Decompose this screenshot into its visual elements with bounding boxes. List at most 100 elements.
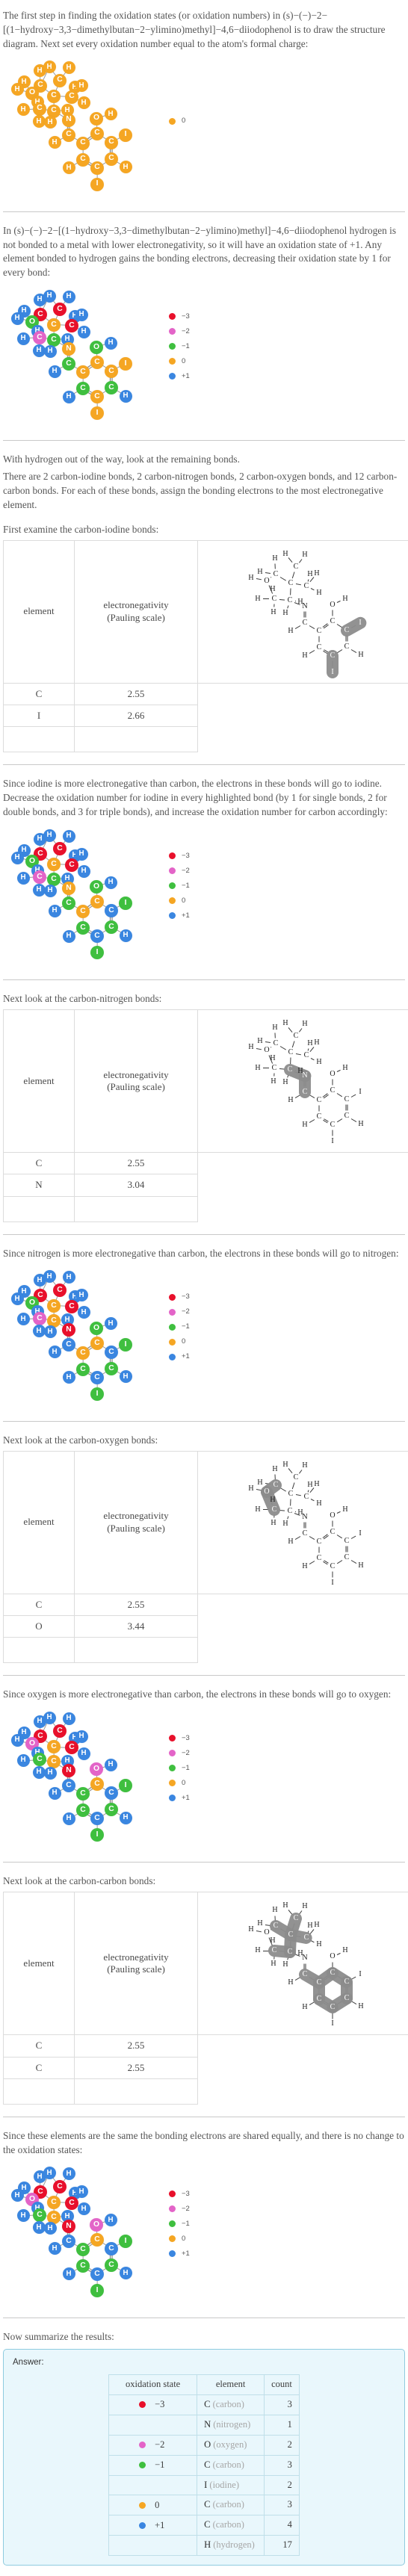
- step-nitrogen-result: Since nitrogen is more electronegative t…: [3, 1242, 405, 1414]
- atom-label-h: H: [255, 1947, 260, 1954]
- atom-h: H: [63, 1371, 75, 1384]
- atom-c: C: [47, 90, 61, 103]
- atom-h: H: [105, 108, 117, 120]
- atom-label-h: H: [272, 1466, 277, 1473]
- cell-empty: [75, 1196, 198, 1222]
- atom-h: H: [63, 930, 75, 943]
- atom-label-c: C: [330, 652, 336, 660]
- bond-line: [323, 1534, 329, 1539]
- atom-label-h: H: [342, 1065, 347, 1072]
- en-header-line1: electronegativity: [78, 1510, 194, 1522]
- atom-c: C: [76, 137, 90, 150]
- divider: [3, 1234, 405, 1235]
- atom-c: C: [105, 2242, 118, 2255]
- legend-color-dot-icon: [169, 867, 176, 874]
- atom-label-c: C: [317, 1113, 322, 1121]
- atom-c: C: [53, 1284, 67, 1297]
- cell-empty: [4, 727, 75, 752]
- skeletal-structure-diagram: HHHCHHCOHHCCHHCHCHHHNOHCCHCCICCHHCI: [198, 1452, 406, 1594]
- column-header-electronegativity: electronegativity(Pauling scale): [75, 1892, 198, 2035]
- solution-page: The first step in finding the oxidation …: [0, 0, 408, 2576]
- atom-h: H: [49, 1346, 61, 1358]
- bond-line: [308, 1048, 309, 1050]
- atom-c: C: [105, 152, 118, 166]
- skeletal-structure-diagram: HHHCHHCOHHCCHHCHCHHHNOHCCHCCICCHHCI: [198, 1892, 406, 2034]
- cell-empty: [4, 1196, 75, 1222]
- electronegativity-table-carbon-nitrogen: elementelectronegativity(Pauling scale)H…: [3, 1009, 408, 1222]
- atom-c: C: [105, 920, 118, 934]
- atom-i: I: [119, 357, 132, 371]
- atom-h: H: [120, 929, 132, 942]
- atom-label-h: H: [282, 1902, 288, 1910]
- atom-label-c: C: [344, 1554, 350, 1561]
- bonds-intro-line2: There are 2 carbon-iodine bonds, 2 carbo…: [3, 470, 405, 513]
- molecule-diagram-after-iodine: HHHCHHCOHHCCHHCHCHHHNOHCCHCCICCHHCI−3−2−…: [3, 826, 405, 966]
- atom-label-h: H: [257, 1038, 262, 1045]
- atom-c: C: [105, 904, 118, 917]
- bond-line: [273, 1074, 274, 1077]
- bond-line: [351, 1560, 356, 1564]
- atom-label-h: H: [270, 1496, 275, 1504]
- atom-label-c: C: [303, 1971, 308, 1978]
- bond-line: [287, 605, 288, 608]
- cell-element: C: [4, 2035, 75, 2057]
- bond-line: [256, 1931, 262, 1932]
- atom-i: I: [90, 178, 104, 191]
- bond-line: [295, 1536, 300, 1540]
- legend-color-dot-icon: [169, 2205, 176, 2212]
- atom-label-h: H: [316, 1941, 321, 1948]
- atom-label-h: H: [302, 1903, 307, 1910]
- cell-count: 2: [265, 2435, 300, 2455]
- atom-label-c: C: [344, 1112, 350, 1120]
- legend-color-dot-icon: [169, 1795, 176, 1801]
- bond-line: [304, 1523, 306, 1529]
- legend-label: 0: [182, 1778, 192, 1788]
- atom-c: C: [90, 390, 104, 403]
- bonds-intro-line1: With hydrogen out of the way, look at th…: [3, 453, 405, 467]
- legend-color-dot-icon: [169, 1765, 176, 1771]
- element-name: (nitrogen): [211, 2419, 250, 2430]
- atom-label-c: C: [304, 1493, 309, 1501]
- atom-c: C: [76, 921, 90, 935]
- atom-i: I: [119, 129, 132, 142]
- bond-line: [288, 1027, 293, 1032]
- bond-line: [351, 1095, 356, 1097]
- cell-electronegativity: 2.66: [75, 705, 198, 726]
- legend-label: +1: [182, 911, 192, 920]
- atom-h: H: [105, 1317, 117, 1330]
- atom-label-h: H: [282, 551, 288, 558]
- atom-c: C: [62, 1338, 75, 1352]
- carbon-carbon-intro: Next look at the carbon-carbon bonds:: [3, 1874, 405, 1889]
- structure-cell: HHHCHHCOHHCCHHCHCHHHNOHCCHCCICCHHCI: [198, 1892, 408, 2035]
- atom-c: C: [53, 74, 67, 87]
- atom-label-h: H: [288, 628, 293, 635]
- legend-item: −1: [169, 1322, 192, 1333]
- bond-line: [265, 572, 271, 574]
- atom-c: C: [53, 2180, 67, 2193]
- legend-color-dot-icon: [169, 1354, 176, 1360]
- legend-color-dot-icon: [169, 1294, 176, 1301]
- atom-c: C: [105, 1803, 118, 1816]
- legend-label: −1: [182, 881, 192, 891]
- cell-empty: [75, 1638, 198, 1663]
- cell-oxidation-state: +1: [109, 2515, 197, 2536]
- molecule-graph: HHHCHHCOHHCCHHCHCHHHNOHCCHCCICCHHCI: [9, 826, 166, 966]
- atom-c: C: [90, 895, 104, 908]
- atom-label-h: H: [314, 1039, 319, 1047]
- step-oxygen-result: Since oxygen is more electronegative tha…: [3, 1683, 405, 1854]
- atom-h: H: [120, 390, 132, 403]
- atom-h: H: [17, 103, 30, 116]
- atom-h: H: [17, 332, 30, 345]
- oxidation-state-value: −2: [155, 2439, 167, 2452]
- atom-i: I: [119, 897, 132, 910]
- atom-c: C: [65, 858, 78, 872]
- legend-label: 0: [182, 116, 192, 126]
- element-name: (hydrogen): [211, 2539, 255, 2550]
- table-row: O3.44: [4, 1616, 408, 1638]
- legend-label: −2: [182, 866, 192, 876]
- atom-c: C: [105, 365, 118, 378]
- bond-line: [290, 588, 291, 595]
- atom-label-h: H: [342, 1947, 347, 1954]
- bond-line: [337, 1093, 343, 1097]
- atom-label-c: C: [272, 595, 277, 603]
